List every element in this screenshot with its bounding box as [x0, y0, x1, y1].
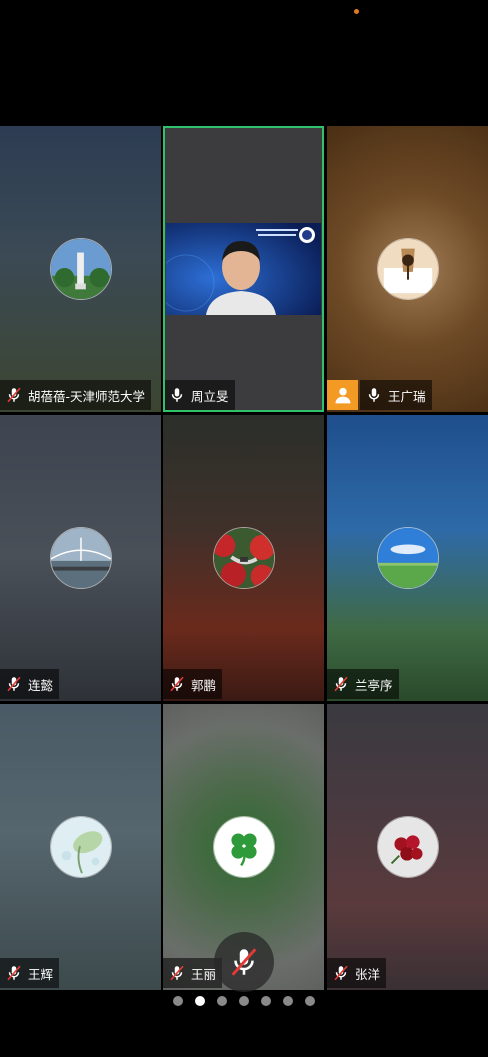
- page-indicator: [0, 994, 488, 1008]
- mic-muted-icon: [331, 963, 351, 983]
- participant-name: 胡蓓蓓-天津师范大学: [28, 388, 146, 404]
- participant-tile[interactable]: 周立旻: [163, 126, 324, 412]
- participant-nameplate: 兰亭序: [327, 669, 399, 699]
- rose-bouquet-avatar: [376, 816, 439, 878]
- participant-nameplate: 周立旻: [163, 380, 235, 410]
- flower-garden-avatar: [212, 527, 275, 589]
- page-dot[interactable]: [217, 996, 227, 1006]
- participant-video: [166, 223, 321, 315]
- participant-nameplate: 王辉: [0, 958, 60, 988]
- mic-muted-icon: [231, 948, 257, 976]
- participant-tile[interactable]: 连懿: [0, 415, 161, 701]
- participant-nameplate: 郭鹏: [163, 669, 223, 699]
- participant-name: 兰亭序: [355, 677, 393, 693]
- participant-tile[interactable]: 王广瑞: [327, 126, 488, 412]
- mic-icon: [364, 385, 384, 405]
- bridge-river-avatar: [49, 527, 112, 589]
- participant-nameplate: 张洋: [327, 958, 387, 988]
- participant-name: 郭鹏: [191, 677, 217, 693]
- participant-name: 王广瑞: [388, 388, 426, 404]
- mic-muted-icon: [331, 674, 351, 694]
- participant-nameplate: 胡蓓蓓-天津师范大学: [0, 380, 152, 410]
- mic-icon: [167, 385, 187, 405]
- participant-name: 张洋: [355, 966, 381, 982]
- participant-tile[interactable]: 郭鹏: [163, 415, 324, 701]
- participant-tile[interactable]: 王辉: [0, 704, 161, 990]
- participant-name: 连懿: [28, 677, 54, 693]
- mic-muted-icon: [167, 963, 187, 983]
- participant-name: 周立旻: [191, 388, 229, 404]
- sky-meadow-avatar: [376, 527, 439, 589]
- lotus-leaf-avatar: [49, 816, 112, 878]
- page-dot[interactable]: [173, 996, 183, 1006]
- person-icon: [335, 387, 350, 404]
- mic-muted-icon: [4, 674, 24, 694]
- participant-tile[interactable]: 张洋: [327, 704, 488, 990]
- participant-grid: 胡蓓蓓-天津师范大学 周立旻 王广瑞 连懿 郭鹏 兰亭序 王辉 王丽 张洋: [0, 126, 488, 990]
- participant-name: 王丽: [191, 966, 217, 982]
- university-tower-avatar: [49, 238, 112, 300]
- page-dot[interactable]: [283, 996, 293, 1006]
- mic-muted-icon: [4, 385, 24, 405]
- page-dot[interactable]: [261, 996, 271, 1006]
- clover-avatar: [212, 816, 275, 878]
- mute-toggle-button[interactable]: [214, 932, 274, 992]
- participant-tile[interactable]: 胡蓓蓓-天津师范大学: [0, 126, 161, 412]
- page-dot-active[interactable]: [195, 996, 205, 1006]
- page-dot[interactable]: [239, 996, 249, 1006]
- page-dot[interactable]: [305, 996, 315, 1006]
- participant-nameplate: 连懿: [0, 669, 60, 699]
- mic-muted-icon: [167, 674, 187, 694]
- mic-muted-icon: [4, 963, 24, 983]
- camera-indicator: [354, 9, 359, 14]
- participant-tile[interactable]: 兰亭序: [327, 415, 488, 701]
- participant-name: 王辉: [28, 966, 54, 982]
- paper-note-avatar: [376, 238, 439, 300]
- host-badge: [327, 380, 358, 410]
- participant-nameplate: 王广瑞: [360, 380, 432, 410]
